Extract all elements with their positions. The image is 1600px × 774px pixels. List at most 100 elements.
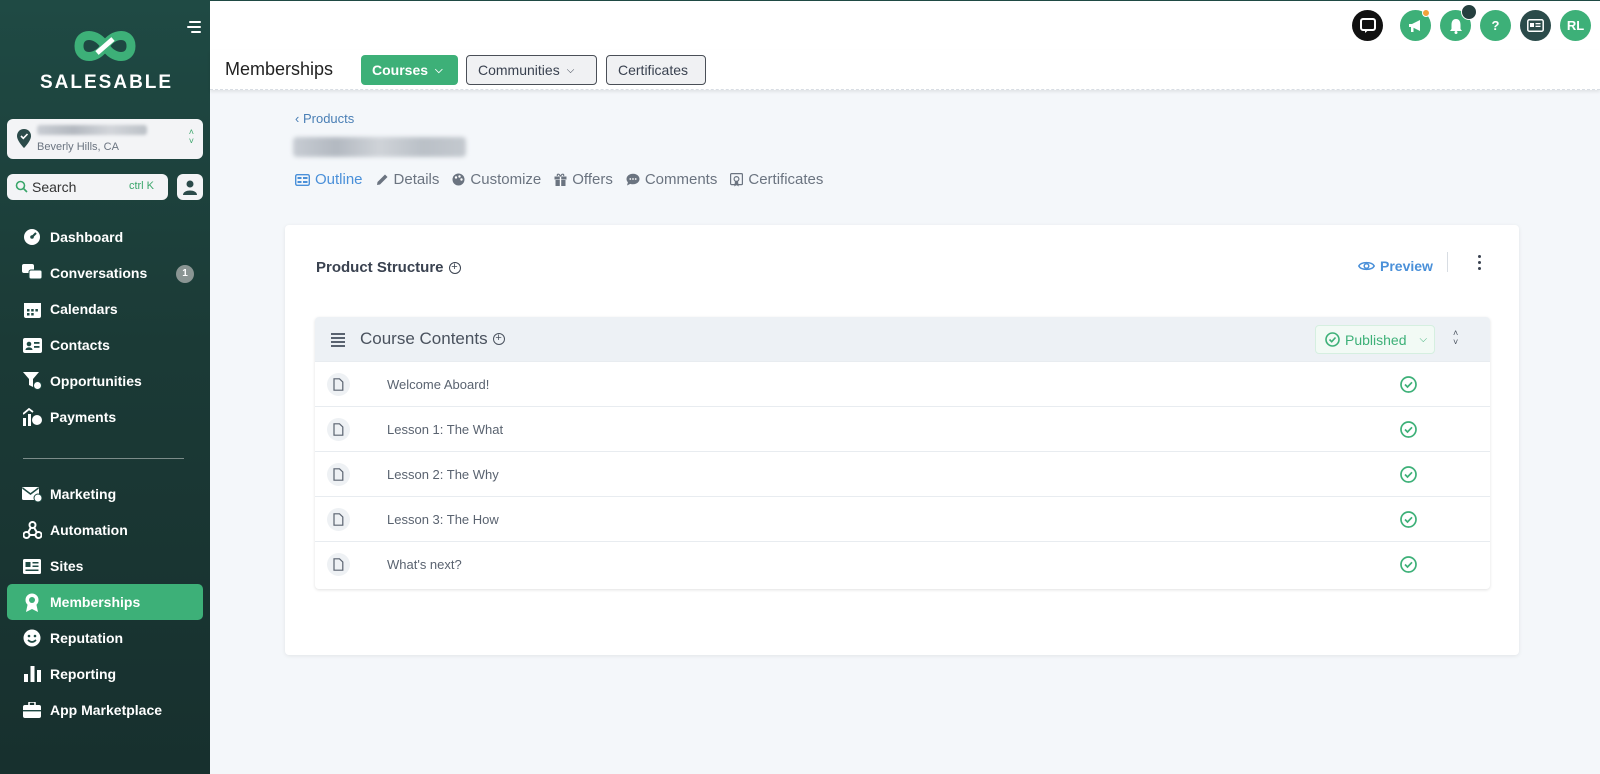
memberships-icon	[22, 592, 42, 612]
lesson-row[interactable]: What's next?	[315, 541, 1490, 586]
check-circle-icon	[1325, 332, 1340, 347]
add-lesson-plus-icon[interactable]: +	[492, 333, 505, 345]
category-section: Course Contents + Published ⌵ ˄ ˅ Welcome…	[315, 317, 1490, 589]
divider	[1447, 252, 1448, 272]
sidebar-item-marketing[interactable]: Marketing	[7, 476, 203, 512]
sidebar-item-label: App Marketplace	[50, 702, 163, 718]
tab-offers[interactable]: Offers	[554, 171, 613, 188]
sidebar-item-label: Automation	[50, 522, 128, 538]
lesson-title: Welcome Aboard!	[387, 377, 490, 392]
document-icon	[327, 508, 350, 531]
status-dropdown[interactable]: Published ⌵	[1315, 325, 1435, 354]
module-header: Memberships Courses ⌵ Communities ⌵ Cert…	[210, 50, 1600, 90]
search-shortcut: ctrl K	[128, 180, 154, 192]
payments-icon	[22, 407, 42, 427]
location-pin-icon	[17, 129, 31, 148]
category-header: Course Contents + Published ⌵ ˄ ˅	[315, 317, 1490, 361]
notifications-button[interactable]	[1440, 4, 1477, 41]
drag-handle-icon[interactable]	[331, 333, 345, 349]
id-card-button[interactable]	[1520, 10, 1551, 41]
lesson-row[interactable]: Lesson 1: The What	[315, 406, 1490, 451]
sidebar-item-label: Marketing	[50, 486, 117, 502]
communities-dropdown[interactable]: Communities ⌵	[466, 55, 597, 85]
sidebar-item-dashboard[interactable]: Dashboard	[7, 219, 203, 255]
announcements-button[interactable]	[1400, 9, 1431, 41]
opportunities-icon	[22, 371, 42, 391]
sidebar-item-sites[interactable]: Sites	[7, 548, 203, 584]
more-options-icon[interactable]	[1478, 255, 1481, 273]
user-avatar[interactable]: RL	[1560, 10, 1591, 41]
nav-divider	[23, 458, 184, 459]
chat-widget-button[interactable]	[1352, 10, 1383, 41]
published-check-icon	[1400, 511, 1417, 528]
infinity-logo-icon	[74, 31, 136, 61]
product-structure-heading: Product Structure +	[316, 259, 461, 276]
sidebar-item-opportunities[interactable]: Opportunities	[7, 363, 203, 399]
sidebar-item-label: Opportunities	[50, 373, 142, 389]
preview-label: Preview	[1380, 258, 1433, 274]
gift-icon	[554, 173, 567, 186]
tab-comments[interactable]: Comments	[626, 171, 718, 188]
location-switcher[interactable]: Beverly Hills, CA ˄ ˅	[7, 119, 203, 159]
sidebar-item-contacts[interactable]: Contacts	[7, 327, 203, 363]
document-icon	[327, 373, 350, 396]
tab-customize[interactable]: Customize	[452, 171, 541, 188]
sidebar-item-payments[interactable]: Payments	[7, 399, 203, 435]
tab-details[interactable]: Details	[376, 171, 439, 188]
lesson-row[interactable]: Lesson 3: The How	[315, 496, 1490, 541]
conversations-icon	[22, 263, 42, 283]
lesson-row[interactable]: Lesson 2: The Why	[315, 451, 1490, 496]
help-label: ?	[1491, 18, 1500, 33]
back-to-products-link[interactable]: ‹ Products	[295, 111, 354, 126]
published-check-icon	[1400, 466, 1417, 483]
help-button[interactable]: ?	[1480, 10, 1511, 41]
courses-dropdown[interactable]: Courses ⌵	[361, 55, 458, 85]
sidebar-item-label: Calendars	[50, 301, 118, 317]
back-label: Products	[302, 111, 355, 126]
sidebar-item-conversations[interactable]: Conversations 1	[7, 255, 203, 291]
product-structure-card: Product Structure + Preview Course Conte…	[285, 225, 1519, 655]
sidebar-item-reputation[interactable]: Reputation	[7, 620, 203, 656]
category-title-text: Course Contents	[360, 329, 488, 348]
chat-bubble-icon	[1359, 17, 1376, 33]
status-label: Published	[1345, 331, 1407, 348]
sidebar: SALESABLE Beverly Hills, CA ˄ ˅ Search ct…	[0, 0, 210, 774]
sidebar-item-memberships[interactable]: Memberships	[7, 584, 203, 620]
tab-label: Offers	[572, 171, 613, 188]
expand-collapse-icon[interactable]: ˄ ˅	[1453, 329, 1458, 347]
search-icon	[15, 180, 28, 193]
communities-label: Communities	[478, 62, 560, 78]
collapse-menu-icon[interactable]	[187, 21, 201, 36]
sidebar-item-reporting[interactable]: Reporting	[7, 656, 203, 692]
sidebar-item-calendars[interactable]: Calendars	[7, 291, 203, 327]
header-actions: ? RL	[1352, 4, 1600, 41]
add-category-plus-icon[interactable]: +	[448, 261, 461, 274]
certificates-button[interactable]: Certificates	[606, 55, 706, 85]
tab-label: Comments	[644, 171, 718, 188]
lesson-row[interactable]: Welcome Aboard!	[315, 361, 1490, 406]
tab-certificates[interactable]: Certificates	[730, 171, 823, 188]
courses-label: Courses	[372, 62, 429, 78]
lesson-title: Lesson 3: The How	[387, 512, 499, 527]
search-button[interactable]: Search ctrl K	[7, 174, 168, 200]
chevron-down-icon: ⌵	[435, 64, 443, 76]
nav-primary: Dashboard Conversations 1 Calendars Cont…	[7, 219, 203, 435]
sites-icon	[22, 556, 42, 576]
sidebar-item-automation[interactable]: Automation	[7, 512, 203, 548]
lesson-title: What's next?	[387, 557, 462, 572]
sidebar-item-label: Reputation	[50, 630, 124, 646]
location-subtitle: Beverly Hills, CA	[37, 141, 119, 153]
preview-button[interactable]: Preview	[1358, 258, 1433, 274]
certificates-label: Certificates	[618, 62, 689, 78]
user-profile-button[interactable]	[177, 174, 203, 200]
marketing-icon	[22, 484, 42, 504]
palette-icon	[452, 173, 465, 186]
sidebar-item-label: Memberships	[50, 594, 141, 610]
category-title: Course Contents +	[360, 329, 505, 349]
bell-icon	[1449, 18, 1462, 34]
sidebar-item-app-marketplace[interactable]: App Marketplace	[7, 692, 203, 728]
eye-icon	[1358, 261, 1375, 271]
brand-logo[interactable]: SALESABLE	[40, 26, 171, 94]
tab-outline[interactable]: Outline	[295, 171, 363, 188]
published-check-icon	[1400, 556, 1417, 573]
